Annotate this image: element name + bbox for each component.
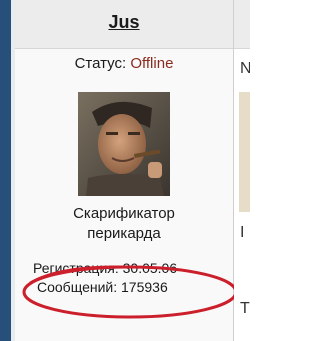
- right-text-fragment-3: T: [240, 300, 250, 317]
- right-text-fragment-1: N: [240, 60, 250, 77]
- page: Jus Статус: Offline Скарификатор перикар…: [0, 0, 250, 341]
- status-row: Статус: Offline: [15, 55, 233, 72]
- status-value: Offline: [130, 55, 174, 72]
- status-label: Статус:: [74, 55, 127, 72]
- right-text-fragment-2: I: [240, 224, 245, 241]
- left-border-strip: [0, 0, 11, 341]
- user-avatar[interactable]: [78, 92, 170, 196]
- user-title-line1: Скарификатор: [73, 205, 175, 222]
- user-title-line2: перикарда: [87, 225, 161, 242]
- username-link[interactable]: Jus: [108, 12, 139, 33]
- highlight-ellipse: [22, 265, 238, 319]
- user-title: Скарификатор перикарда: [15, 204, 233, 244]
- avatar-photo-icon: [78, 92, 170, 196]
- right-content-edge: N I T: [234, 0, 250, 341]
- right-header-band: [234, 0, 250, 49]
- right-image-fragment: [239, 92, 250, 212]
- username-header: Jus: [15, 0, 233, 49]
